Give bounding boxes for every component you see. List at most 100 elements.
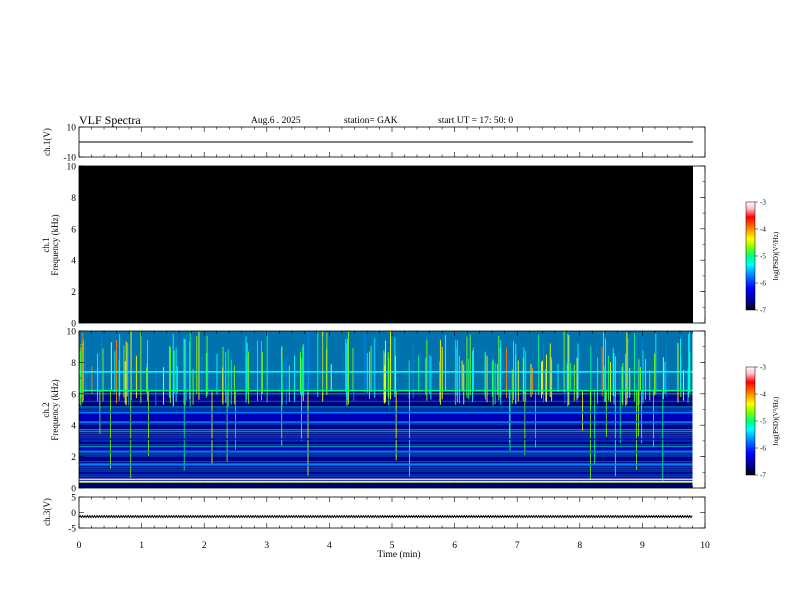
ch1-colorbar-ticklabel: -3 <box>760 199 766 207</box>
ch2-spectrogram-texture-row <box>79 457 693 459</box>
ch3-waveform-y-ticklabel: -5 <box>68 525 76 535</box>
ch2-spectrogram-texture-row <box>79 413 693 416</box>
ch1-colorbar-gradient <box>745 201 756 311</box>
ch2-colorbar-ticklabel: -5 <box>760 418 766 426</box>
ch3-waveform-line <box>78 514 693 519</box>
ch1-waveform-panel: 10-10 ch.1(V) <box>42 124 706 164</box>
ch2-spectrogram-texture-row <box>79 419 693 421</box>
ch1-colorbar-ticklabel: -7 <box>760 307 766 315</box>
ch2-spectrogram-band <box>79 438 693 441</box>
ch2-spectrogram-texture-row <box>79 430 693 433</box>
ch2-spectrogram-texture-row <box>79 417 693 419</box>
ch2-colorbar-label: log(PSD)(V²/Hz) <box>772 396 780 445</box>
ch2-spectrogram-texture-row <box>79 449 693 451</box>
ch3-waveform-xticks <box>78 497 706 528</box>
time-axis-ticklabel: 7 <box>515 541 520 551</box>
ch2-spectrogram-texture-row <box>79 410 693 412</box>
ch2-spectrogram-band <box>79 451 693 453</box>
date-label: Aug.6 . 2025 <box>251 116 301 126</box>
time-axis-ticklabel: 3 <box>264 541 269 551</box>
ch3-waveform-trace <box>78 514 693 519</box>
ch1-spectrogram-y-ticklabel: 4 <box>71 257 76 267</box>
ch2-spectrogram-panel: 0246810 ch.2 Frequency (kHz) <box>41 328 706 495</box>
ch2-spectrogram-band <box>79 421 693 423</box>
ch2-spectrogram-y-ticklabel: 10 <box>67 328 77 338</box>
ch2-spectrogram-texture-row <box>79 423 693 425</box>
ch2-colorbar-ticklabel: -7 <box>760 472 766 480</box>
time-axis-ticklabel: 6 <box>452 541 457 551</box>
ch2-spectrogram-band <box>79 478 693 481</box>
ch3-waveform-y-ticklabel: 0 <box>71 509 76 519</box>
ch1-colorbar-ticklabel: -6 <box>760 280 766 288</box>
ch2-spectrogram-texture-row <box>79 455 693 457</box>
ch2-spectrogram-texture-row <box>79 472 693 474</box>
ch2-colorbar-gradient <box>745 366 756 476</box>
ch2-spectrogram-texture-row <box>79 460 693 463</box>
ch2-spectrogram-texture-row <box>79 459 693 461</box>
ch2-spectrogram-texture-row <box>79 402 693 404</box>
ch2-spectrogram-texture-row <box>79 427 693 429</box>
ch1-colorbar: -3 -4 -5 -6 -7 log(PSD)(V²/Hz) <box>745 199 780 315</box>
ch1-spectrogram-ylabel-frequency: Frequency (kHz) <box>50 214 60 275</box>
ch2-spectrogram-texture-row <box>79 466 693 468</box>
time-axis-ticklabel: 1 <box>139 541 144 551</box>
ch2-spectrogram-texture-row <box>79 445 693 448</box>
ch2-spectrogram-texture-row <box>79 440 693 442</box>
time-axis-label: Time (min) <box>377 549 420 560</box>
ch2-spectrogram-texture-row <box>79 470 693 472</box>
ch1-waveform-yticks: 10-10 <box>63 124 705 164</box>
ch2-spectrogram-texture-row <box>79 476 693 478</box>
ch2-spectrogram-y-ticklabel: 6 <box>71 390 76 400</box>
time-axis-ticklabel: 2 <box>202 541 207 551</box>
ch1-colorbar-ticklabel: -5 <box>760 253 766 261</box>
ch1-spectrogram-y-ticklabel: 10 <box>67 163 77 173</box>
ch1-waveform-y-ticklabel: 10 <box>67 124 77 134</box>
time-axis-ticklabel: 8 <box>577 541 582 551</box>
ch3-waveform-panel: 50-5 ch.3(V) 0 1 2 3 4 5 6 7 8 9 10 Time (min) <box>42 494 710 561</box>
ch1-spectrogram-y-ticklabel: 6 <box>71 225 76 235</box>
time-axis-ticklabel: 10 <box>700 541 710 551</box>
ch2-spectrogram-texture-row <box>79 442 693 444</box>
start-ut-label: start UT = 17: 50: 0 <box>438 116 513 126</box>
ch2-colorbar-ticklabel: -4 <box>760 391 766 399</box>
ch2-spectrogram-texture-row <box>79 428 693 431</box>
ch1-spectrogram-y-ticklabel: 2 <box>71 288 76 298</box>
ch1-spectrogram-image <box>79 166 693 323</box>
ch2-colorbar: -3 -4 -5 -6 -7 log(PSD)(V²/Hz) <box>745 364 780 480</box>
ch2-spectrogram-y-ticklabel: 8 <box>71 359 76 369</box>
ch2-spectrogram-texture-row <box>79 404 693 406</box>
time-axis-ticklabel: 0 <box>77 541 82 551</box>
ch2-spectrogram-texture-row <box>79 425 693 427</box>
ch2-spectrogram-y-ticklabel: 2 <box>71 453 76 463</box>
ch3-waveform-ylabel: ch.3(V) <box>42 498 52 526</box>
ch2-spectrogram-texture-row <box>79 434 693 436</box>
ch1-colorbar-label: log(PSD)(V²/Hz) <box>772 231 780 280</box>
ch2-spectrogram-texture-row <box>79 447 693 450</box>
ch2-spectrogram-band <box>79 480 693 483</box>
ch2-spectrogram-ylabel-frequency: Frequency (kHz) <box>50 379 60 440</box>
figure-title: VLF Spectra <box>79 113 141 127</box>
ch2-spectrogram-texture-row <box>79 432 693 434</box>
ch2-colorbar-ticklabel: -3 <box>760 364 766 372</box>
ch3-waveform-y-ticklabel: 5 <box>71 494 76 504</box>
ch1-spectrogram-y-ticklabel: 8 <box>71 194 76 204</box>
ch2-spectrogram-texture-row <box>79 436 693 438</box>
ch2-spectrogram-texture-row <box>79 444 693 446</box>
time-axis-ticklabel: 9 <box>640 541 645 551</box>
ch2-spectrogram-texture-row <box>79 406 693 408</box>
ch2-spectrogram-y-ticklabel: 4 <box>71 422 76 432</box>
ch1-spectrogram-panel: 0246810 ch.1 Frequency (kHz) <box>41 163 706 330</box>
ch2-spectrogram-texture-row <box>79 408 693 410</box>
ch2-spectrogram-texture-row <box>79 468 693 470</box>
station-label: station= GAK <box>344 116 398 126</box>
ch1-waveform-ylabel: ch.1(V) <box>42 128 52 156</box>
ch1-colorbar-ticks: -3 -4 -5 -6 -7 <box>755 199 766 315</box>
ch2-colorbar-ticklabel: -6 <box>760 445 766 453</box>
ch2-spectrogram-band <box>79 389 693 392</box>
ch2-spectrogram-texture-row <box>79 483 693 485</box>
vlf-figure: VLF Spectra Aug.6 . 2025 station= GAK st… <box>41 113 780 561</box>
ch2-spectrogram-texture-row <box>79 474 693 476</box>
ch2-spectrogram-image <box>79 331 693 488</box>
ch1-colorbar-ticklabel: -4 <box>760 226 766 234</box>
ch2-spectrogram-band <box>79 371 693 373</box>
